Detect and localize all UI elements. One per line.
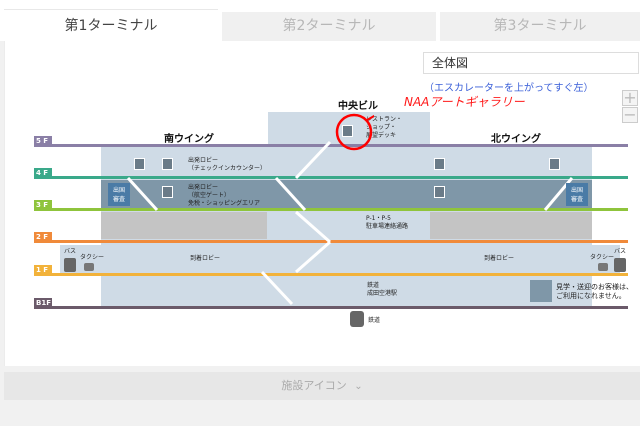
facility-icons-toggle[interactable]: 施設アイコン ⌄ <box>4 372 640 400</box>
bus-icon <box>614 258 626 272</box>
bus-icon <box>64 258 76 272</box>
train-icon <box>350 311 364 327</box>
center-building-label: 中央ビル <box>338 101 378 112</box>
departure-lobby-security-label: 出発ロビー （航空ゲート） 免税・ショッピングエリア <box>188 184 261 207</box>
chevron-down-icon: ⌄ <box>354 381 363 392</box>
north-wing-label: 北ウイング <box>491 134 541 145</box>
escalator-lines <box>126 140 574 306</box>
escalator-note: （エスカレーターを上がってすぐ左） <box>424 83 594 94</box>
arrival-lobby-north-label: 到着ロビー <box>484 255 515 262</box>
bus-label-left: バス <box>64 248 77 255</box>
arrival-lobby-south-label: 到着ロビー <box>190 255 221 262</box>
elevator-icon <box>434 158 445 170</box>
gallery-annotation: NAAアートギャラリー <box>404 95 525 109</box>
immigration-icon-south: 出国 審査 <box>108 183 130 206</box>
parking-link-label: P-1・P-5 駐車場連絡通路 <box>366 215 409 230</box>
railway-icon-label: 鉄道 <box>368 317 381 324</box>
elevator-icon <box>549 158 560 170</box>
legend-swatch <box>530 280 552 302</box>
taxi-icon <box>84 263 94 271</box>
gallery-highlight-circle <box>335 113 374 151</box>
immigration-label-north-1: 出国 <box>570 187 583 194</box>
taxi-label-left: タクシー <box>80 254 105 261</box>
elevator-icon <box>162 158 173 170</box>
legend-text: 見学・送迎のお客様は、 ご利用になれません。 <box>556 283 633 300</box>
immigration-icon-north: 出国 審査 <box>566 183 588 206</box>
immigration-label-south-2: 審査 <box>112 196 125 203</box>
taxi-icon <box>598 263 608 271</box>
taxi-label-right: タクシー <box>590 254 615 261</box>
elevator-icon <box>134 158 145 170</box>
south-wing-label: 南ウイング <box>164 134 214 145</box>
elevator-icon <box>434 186 445 198</box>
railway-station-label: 鉄道 成田空港駅 <box>367 282 398 297</box>
facility-icons-label: 施設アイコン <box>281 379 347 392</box>
departure-lobby-checkin-label: 出発ロビー （チェックインカウンター） <box>188 157 267 172</box>
immigration-label-north-2: 審査 <box>570 196 583 203</box>
elevator-icon <box>162 186 173 198</box>
immigration-label-south-1: 出国 <box>112 187 125 194</box>
bus-label-right: バス <box>614 248 627 255</box>
